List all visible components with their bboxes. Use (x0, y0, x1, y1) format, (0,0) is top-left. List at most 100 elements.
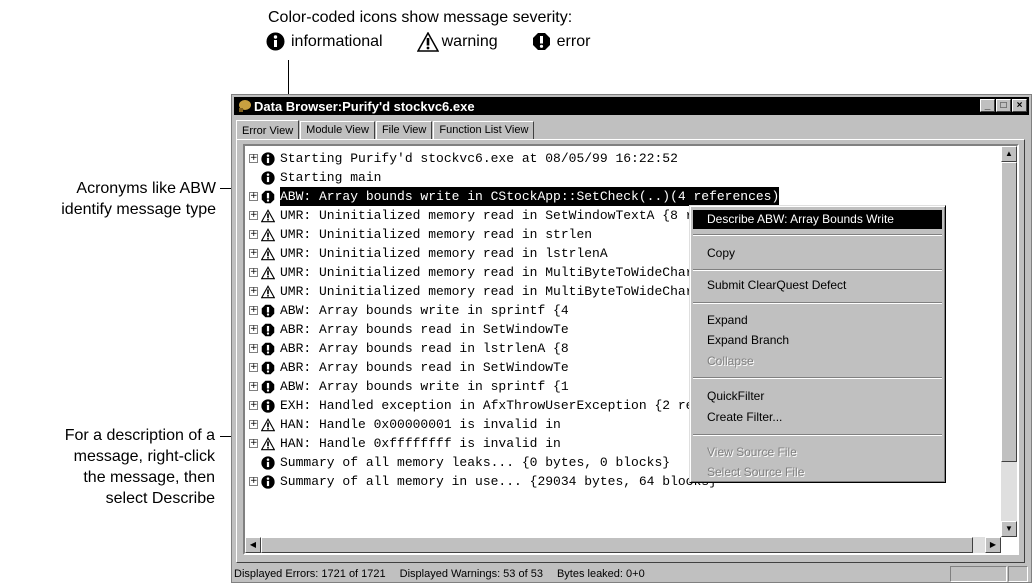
expand-plus-icon[interactable]: + (249, 287, 258, 296)
warning-icon (260, 265, 276, 280)
message-row[interactable]: + UMR: Uninitialized memory read in lstrl… (249, 244, 608, 263)
vertical-scrollbar[interactable]: ▲ ▼ (1001, 146, 1017, 537)
menu-item-view-source: View Source File (707, 445, 797, 459)
message-row[interactable]: + EXH: Handled exception in AfxThrowUserE… (249, 396, 764, 415)
warning-icon (260, 417, 276, 432)
expand-plus-icon[interactable]: + (249, 420, 258, 429)
expand-plus-icon[interactable]: + (249, 344, 258, 353)
message-row[interactable]: + HAN: Handle 0xffffffff is invalid in (249, 434, 561, 453)
message-text: Summary of all memory leaks... {0 bytes,… (280, 455, 671, 470)
horizontal-scroll-thumb[interactable] (261, 537, 973, 553)
error-icon (261, 380, 275, 394)
scroll-right-arrow-icon[interactable]: ▶ (985, 537, 1001, 553)
menu-separator (693, 234, 942, 236)
warning-icon (260, 246, 276, 261)
expand-plus-icon[interactable]: + (249, 268, 258, 277)
maximize-button[interactable]: □ (996, 99, 1011, 112)
message-text: Starting main (280, 170, 382, 185)
message-row[interactable]: + ABW: Array bounds write in CStockApp::S… (249, 187, 780, 206)
status-warnings: Displayed Warnings: 53 of 53 (399, 568, 543, 580)
message-text: ABW: Array bounds write in sprintf {1 (280, 379, 569, 394)
message-text: ABR: Array bounds read in lstrlenA {8 (280, 341, 569, 356)
message-row[interactable]: + ABW: Array bounds write in sprintf {1 (249, 377, 569, 396)
vertical-scroll-thumb[interactable] (1001, 162, 1017, 462)
menu-item-submit-clearquest[interactable]: Submit ClearQuest Defect (693, 276, 942, 295)
close-button[interactable]: × (1012, 99, 1027, 112)
title-bar[interactable]: Data Browser:Purify'd stockvc6.exe _ □ × (234, 97, 1029, 115)
message-row[interactable]: Starting main (249, 168, 381, 187)
expand-plus-icon[interactable]: + (249, 477, 258, 486)
horizontal-scrollbar[interactable]: ◀ ▶ (245, 537, 1001, 553)
error-icon (261, 342, 275, 356)
expand-plus-icon[interactable]: + (249, 249, 258, 258)
message-row[interactable]: + ABR: Array bounds read in lstrlenA {8 (249, 339, 569, 358)
tab-module-view[interactable]: Module View (300, 121, 375, 139)
message-row[interactable]: + UMR: Uninitialized memory read in strle… (249, 225, 592, 244)
warning-icon (260, 208, 276, 223)
purify-app-icon (237, 98, 253, 117)
message-text: ABW: Array bounds write in CStockApp::Se… (280, 187, 780, 206)
expand-plus-icon[interactable]: + (249, 306, 258, 315)
tab-function-list-view[interactable]: Function List View (433, 121, 535, 139)
message-row[interactable]: + ABR: Array bounds read in SetWindowTe (249, 320, 569, 339)
menu-item-expand-branch[interactable]: Expand Branch (693, 331, 942, 350)
expand-plus-icon[interactable]: + (249, 382, 258, 391)
menu-separator (693, 377, 942, 379)
scroll-left-arrow-icon[interactable]: ◀ (245, 537, 261, 553)
legend: informational warning error (266, 31, 590, 52)
expand-plus-icon[interactable]: + (249, 439, 258, 448)
describe-annotation-line1: For a description of a (64, 427, 215, 444)
status-errors: Displayed Errors: 1721 of 1721 (234, 568, 386, 580)
message-text: UMR: Uninitialized memory read in strlen (280, 227, 593, 242)
menu-item-quickfilter[interactable]: QuickFilter (693, 387, 942, 406)
error-icon (261, 304, 275, 318)
message-row[interactable]: + ABW: Array bounds write in sprintf {4 (249, 301, 569, 320)
legend-warning-label: warning (441, 32, 498, 50)
message-text: ABW: Array bounds write in sprintf {4 (280, 303, 569, 318)
warning-icon (260, 284, 276, 299)
expand-plus-icon[interactable]: + (249, 211, 258, 220)
acronym-annotation: Acronyms like ABW identify message type (20, 178, 216, 220)
message-row[interactable]: + HAN: Handle 0x00000001 is invalid in (249, 415, 561, 434)
context-menu: Describe ABW: Array Bounds Write Copy Su… (689, 205, 946, 483)
menu-item-describe[interactable]: Describe ABW: Array Bounds Write (693, 210, 942, 229)
warning-icon (260, 436, 276, 451)
expand-plus-icon[interactable]: + (249, 401, 258, 410)
expand-plus-icon[interactable]: + (249, 325, 258, 334)
scroll-up-arrow-icon[interactable]: ▲ (1001, 146, 1017, 162)
error-icon (261, 323, 275, 337)
menu-item-copy[interactable]: Copy (693, 244, 942, 263)
menu-item-collapse: Collapse (707, 354, 754, 368)
resize-grip-icon[interactable] (1008, 566, 1028, 582)
expand-plus-icon[interactable]: + (249, 230, 258, 239)
acronym-annotation-line2: identify message type (61, 201, 216, 218)
expand-plus-icon[interactable]: + (249, 154, 258, 163)
informational-icon (261, 398, 275, 413)
menu-separator (693, 434, 942, 436)
menu-item-select-source: Select Source File (707, 465, 805, 479)
message-row[interactable]: Summary of all memory leaks... {0 bytes,… (249, 453, 670, 472)
message-text: ABR: Array bounds read in SetWindowTe (280, 360, 569, 375)
describe-annotation-line2: message, right-click (73, 448, 215, 465)
informational-icon (266, 32, 285, 51)
menu-item-expand[interactable]: Expand (693, 311, 942, 330)
message-text: Starting Purify'd stockvc6.exe at 08/05/… (280, 151, 678, 166)
informational-icon (261, 474, 275, 489)
expand-plus-icon[interactable]: + (249, 192, 258, 201)
status-bytes-leaked: Bytes leaked: 0+0 (556, 568, 645, 580)
minimize-button[interactable]: _ (980, 99, 995, 112)
expand-plus-icon[interactable]: + (249, 363, 258, 372)
view-tabs: Error View Module View File View Functio… (236, 119, 535, 140)
tab-file-view[interactable]: File View (375, 121, 433, 139)
message-row[interactable]: + Summary of all memory in use... {29034 … (249, 472, 717, 491)
error-icon (532, 32, 551, 51)
tab-error-view[interactable]: Error View (236, 120, 300, 140)
menu-item-create-filter[interactable]: Create Filter... (693, 408, 942, 427)
message-row[interactable]: + ABR: Array bounds read in SetWindowTe (249, 358, 569, 377)
menu-separator (693, 269, 942, 271)
scroll-down-arrow-icon[interactable]: ▼ (1001, 521, 1017, 537)
status-bar: Displayed Errors: 1721 of 1721 Displayed… (234, 566, 1029, 582)
informational-icon (261, 151, 275, 166)
message-row[interactable]: + Starting Purify'd stockvc6.exe at 08/05… (249, 149, 678, 168)
describe-annotation-line3: the message, then (83, 469, 215, 486)
